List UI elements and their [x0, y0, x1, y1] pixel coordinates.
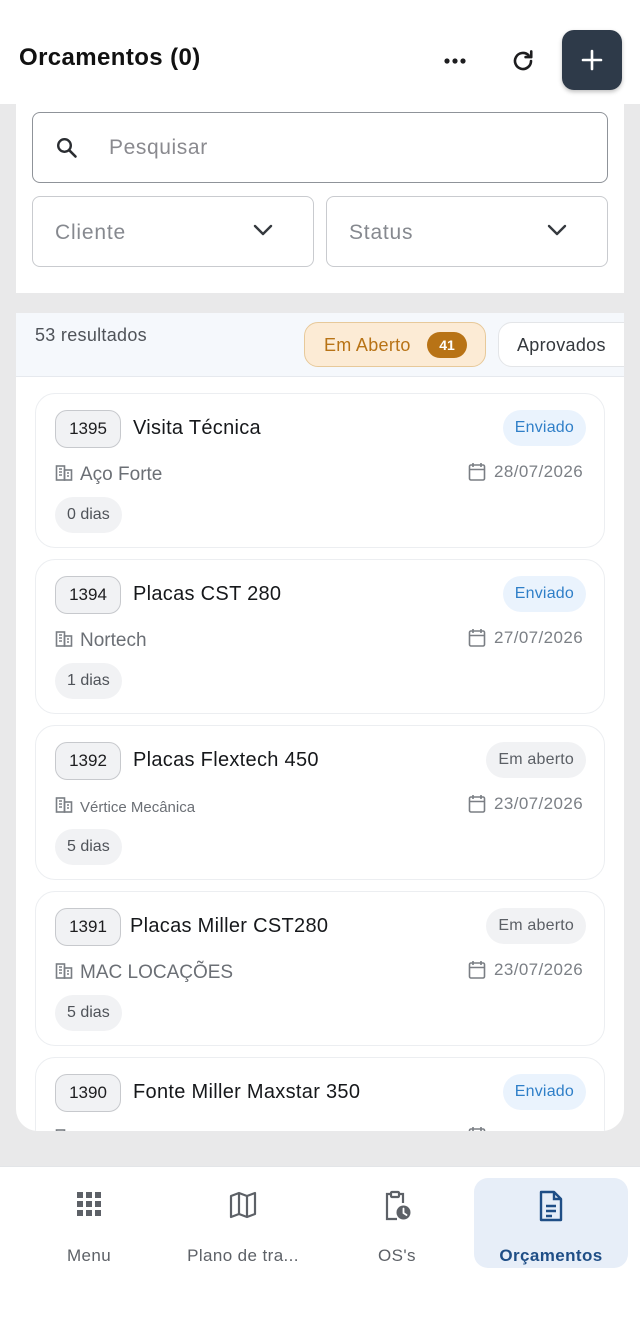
days-badge: 5 dias	[55, 995, 122, 1031]
status-badge: Enviado	[502, 1074, 586, 1110]
calendar-icon	[468, 960, 486, 985]
add-quote-button[interactable]	[562, 30, 622, 90]
chip-label: Aprovados	[517, 335, 606, 355]
status-select-label: Status	[349, 221, 414, 244]
quote-card[interactable]: 1395 Visita Técnica Enviado Aço Forte 28…	[35, 393, 605, 548]
plus-icon	[581, 49, 603, 71]
search-input[interactable]	[109, 133, 569, 163]
quote-number: 1394	[55, 576, 121, 614]
search-field[interactable]	[32, 112, 608, 183]
client-name: Nortech	[80, 630, 147, 651]
search-icon	[55, 136, 79, 165]
status-badge: Em aberto	[486, 742, 586, 778]
result-count: 53 resultados	[35, 325, 147, 345]
bottom-navigation: Menu Plano de tra... OS's Orçamentos	[0, 1166, 640, 1330]
filters-panel: Cliente Status	[16, 104, 624, 293]
results-toolbar: 53 resultados Em Aberto 41 Aprovados	[16, 313, 624, 377]
client-name: Vértice Mecânica	[80, 799, 196, 816]
map-icon	[166, 1190, 320, 1220]
quote-number: 1395	[55, 410, 121, 448]
quote-card[interactable]: 1390 Fonte Miller Maxstar 350 Enviado	[35, 1057, 605, 1131]
chevron-down-icon	[253, 223, 273, 242]
calendar-icon	[468, 462, 486, 487]
clipboard-clock-icon	[320, 1190, 474, 1222]
nav-item-orcamentos[interactable]: Orçamentos	[474, 1178, 628, 1268]
nav-item-menu[interactable]: Menu	[12, 1178, 166, 1268]
quote-number: 1391	[55, 908, 121, 946]
nav-label: OS's	[378, 1246, 416, 1265]
client-name: Aço Forte	[80, 464, 163, 485]
page-title: Orcamentos (0)	[19, 44, 201, 71]
building-icon	[55, 464, 73, 487]
days-badge: 0 dias	[55, 497, 122, 533]
quote-date: 23/07/2026	[494, 960, 584, 979]
calendar-icon	[468, 628, 486, 653]
building-icon	[55, 1128, 73, 1131]
nav-item-plano[interactable]: Plano de tra...	[166, 1178, 320, 1268]
status-badge: Enviado	[502, 410, 586, 446]
nav-label: Menu	[66, 1246, 112, 1265]
nav-label: Plano de tra...	[187, 1246, 299, 1265]
calendar-icon	[468, 1126, 486, 1131]
quote-card[interactable]: 1391 Placas Miller CST280 Em aberto MAC …	[35, 891, 605, 1046]
quote-title: Fonte Miller Maxstar 350	[133, 1081, 361, 1103]
grid-icon	[12, 1190, 166, 1218]
quote-card[interactable]: 1392 Placas Flextech 450 Em aberto Vérti…	[35, 725, 605, 880]
client-select[interactable]: Cliente	[32, 196, 314, 267]
building-icon	[55, 796, 73, 819]
client-name: MAC LOCAÇÕES	[80, 962, 234, 983]
nav-label: Orçamentos	[499, 1246, 603, 1265]
quote-date: 28/07/2026	[494, 462, 584, 481]
refresh-icon	[513, 50, 533, 71]
quote-title: Placas CST 280	[133, 583, 282, 605]
results-panel: 53 resultados Em Aberto 41 Aprovados 139…	[16, 313, 624, 1131]
filter-chip-aprovados[interactable]: Aprovados	[498, 322, 624, 367]
filter-chip-em-aberto[interactable]: Em Aberto 41	[304, 322, 486, 367]
quote-card[interactable]: 1394 Placas CST 280 Enviado Nortech 27/0…	[35, 559, 605, 714]
quote-number: 1392	[55, 742, 121, 780]
quote-number: 1390	[55, 1074, 121, 1112]
refresh-button[interactable]	[503, 42, 543, 80]
building-icon	[55, 962, 73, 985]
status-badge: Enviado	[502, 576, 586, 612]
more-options-button[interactable]	[434, 44, 476, 78]
chevron-down-icon	[547, 223, 567, 242]
quote-title: Placas Flextech 450	[133, 749, 319, 771]
quote-title: Visita Técnica	[133, 417, 261, 439]
quote-date: 23/07/2026	[494, 794, 584, 813]
days-badge: 5 dias	[55, 829, 122, 865]
status-select[interactable]: Status	[326, 196, 608, 267]
quote-title: Placas Miller CST280	[130, 915, 329, 937]
days-badge: 1 dias	[55, 663, 122, 699]
client-select-label: Cliente	[55, 221, 126, 244]
more-horizontal-icon	[444, 58, 466, 64]
quote-date: 27/07/2026	[494, 628, 584, 647]
building-icon	[55, 630, 73, 653]
nav-item-os[interactable]: OS's	[320, 1178, 474, 1268]
chip-label: Em Aberto	[324, 335, 411, 355]
count-badge: 41	[427, 332, 467, 358]
app-header: Orcamentos (0)	[0, 0, 640, 104]
document-icon	[474, 1190, 628, 1222]
status-badge: Em aberto	[486, 908, 586, 944]
calendar-icon	[468, 794, 486, 819]
